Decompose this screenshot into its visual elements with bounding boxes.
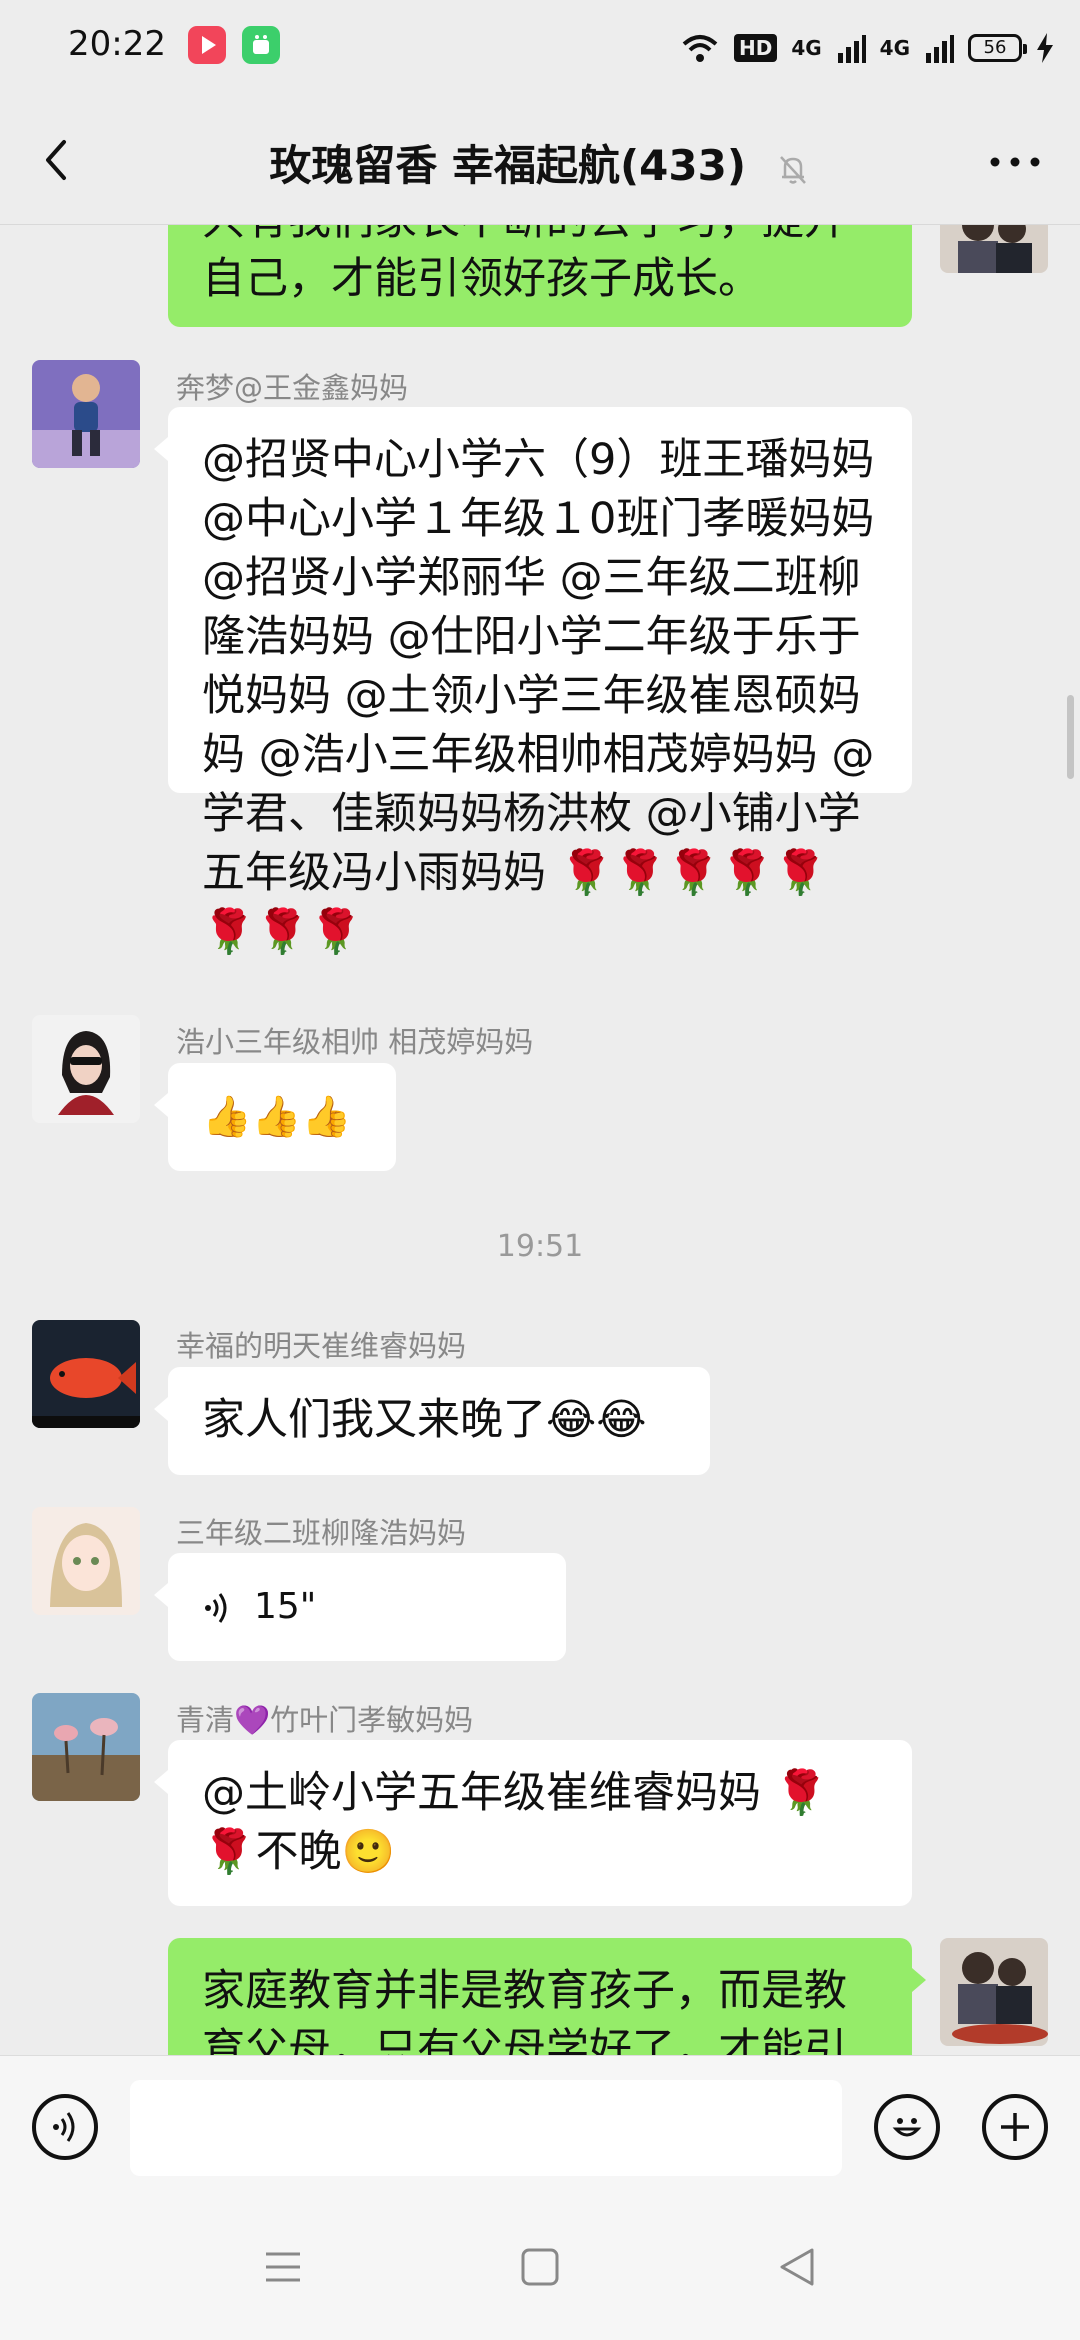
more-functions-button[interactable] — [982, 2094, 1048, 2160]
charging-icon — [1037, 33, 1053, 63]
system-navigation-bar — [0, 2192, 1080, 2340]
battery-indicator: 56 — [968, 34, 1027, 62]
chat-title-row: 玫瑰留香 幸福起航(433) — [0, 132, 1080, 193]
signal-icon — [837, 35, 866, 63]
message-list[interactable]: 只有我们家长不断的去学习，提升自己，才能引领好孩子成长。 奔梦@王金鑫妈妈 @招… — [0, 225, 1080, 2055]
back-nav-button[interactable] — [772, 2242, 822, 2292]
more-horizontal-icon — [990, 157, 1040, 167]
home-nav-button[interactable] — [515, 2242, 565, 2292]
message-text: @招贤中心小学六（9）班王璠妈妈 @中心小学１年级１0班门孝暖妈妈 @招贤小学郑… — [202, 435, 875, 957]
message-input[interactable] — [130, 2080, 842, 2176]
voice-message-bubble[interactable]: 15" — [154, 1553, 566, 1661]
network-label-2: 4G — [879, 36, 910, 60]
chat-header: 玫瑰留香 幸福起航(433) — [0, 96, 1080, 225]
triangle-back-icon — [780, 2248, 814, 2286]
sender-name: 三年级二班柳隆浩妈妈 — [176, 1516, 467, 1550]
menu-icon — [266, 2252, 300, 2282]
message-text: 只有我们家长不断的去学习，提升自己，才能引领好孩子成长。 — [202, 225, 847, 304]
message-bubble[interactable]: 家人们我又来晚了😂😂 — [154, 1367, 710, 1475]
plus-icon — [1001, 2113, 1029, 2141]
chat-title: 玫瑰留香 幸福起航(433) — [269, 141, 747, 190]
wifi-icon — [682, 35, 718, 62]
voice-input-button[interactable] — [32, 2094, 98, 2160]
voice-duration: 15" — [254, 1586, 317, 1627]
emoji-button[interactable] — [874, 2094, 940, 2160]
message-bubble[interactable]: 👍👍👍 — [154, 1063, 396, 1171]
status-bar: 20:22 HD 4G 4G 56 — [0, 0, 1080, 96]
message-bubble-own[interactable]: 家庭教育并非是教育孩子，而是教育父母，只有父母学好了，才能引 — [168, 1938, 926, 2055]
avatar-liulonghao[interactable] — [32, 1507, 140, 1615]
signal-icon — [926, 35, 954, 63]
timestamp: 19:51 — [496, 1229, 584, 1264]
status-time: 20:22 — [68, 24, 166, 64]
bell-off-icon — [779, 155, 806, 184]
voice-wave-icon — [205, 1593, 227, 1623]
message-bubble-own[interactable]: 只有我们家长不断的去学习，提升自己，才能引领好孩子成长。 — [168, 225, 912, 327]
avatar-haoxiao[interactable] — [32, 1015, 140, 1123]
sender-name: 幸福的明天崔维睿妈妈 — [176, 1329, 467, 1363]
avatar-self[interactable] — [940, 225, 1048, 273]
video-app-icon — [188, 26, 226, 64]
avatar-self[interactable] — [940, 1938, 1048, 2046]
sender-name: 青清💜竹叶门孝敏妈妈 — [176, 1703, 474, 1737]
message-text: 👍👍👍 — [202, 1094, 352, 1140]
sender-name: 奔梦@王金鑫妈妈 — [176, 371, 409, 405]
square-icon — [521, 2248, 559, 2286]
smiley-icon — [892, 2118, 922, 2137]
avatar-benmeng[interactable] — [32, 360, 140, 468]
status-icons: HD 4G 4G 56 — [680, 26, 1054, 70]
sender-name: 浩小三年级相帅 相茂婷妈妈 — [176, 1025, 534, 1059]
message-bubble[interactable]: @土岭小学五年级崔维睿妈妈 🌹🌹不晚🙂 — [154, 1740, 912, 1906]
message-text: 家庭教育并非是教育孩子，而是教育父母，只有父母学好了，才能引 — [202, 1966, 847, 2055]
input-bar — [0, 2055, 1080, 2193]
hd-badge: HD — [733, 34, 778, 62]
network-label-1: 4G — [791, 36, 822, 60]
message-bubble[interactable]: @招贤中心小学六（9）班王璠妈妈 @中心小学１年级１0班门孝暖妈妈 @招贤小学郑… — [154, 407, 912, 957]
android-app-icon — [242, 26, 280, 64]
voice-wave-icon — [53, 2112, 75, 2142]
avatar-qingqing[interactable] — [32, 1693, 140, 1801]
more-button[interactable] — [980, 132, 1050, 192]
menu-nav-button[interactable] — [258, 2242, 308, 2292]
message-text: @土岭小学五年级崔维睿妈妈 🌹🌹不晚🙂 — [202, 1768, 829, 1877]
scrollbar-thumb[interactable] — [1067, 695, 1074, 779]
message-text: 家人们我又来晚了😂😂 — [202, 1395, 647, 1445]
avatar-xingfu[interactable] — [32, 1320, 140, 1428]
